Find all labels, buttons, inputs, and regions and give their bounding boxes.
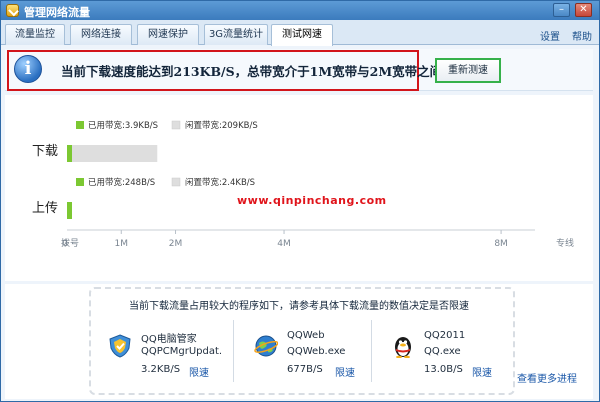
upload-idle-legend-label: 闲置带宽:2.4KB/S (185, 177, 255, 188)
penguin-icon (395, 337, 411, 358)
program-speed: 13.0B/S (424, 364, 463, 375)
window-title: 管理网络流量 (24, 6, 90, 19)
result-banner: i 当前下载速度能达到213KB/S，总带宽介于1M宽带与2M宽带之间 重新测速 (5, 49, 593, 91)
close-button[interactable]: ✕ (575, 3, 592, 17)
retest-button[interactable]: 重新测速 (435, 58, 501, 83)
program-process: QQPCMgrUpdat... (141, 346, 221, 357)
tab-traffic-monitor[interactable]: 流量监控 (5, 24, 65, 45)
download-row-label: 下载 (32, 144, 58, 159)
main-window: 管理网络流量 – ✕ 流量监控 网络连接 网速保护 3G流量统计 测试网速 设置… (0, 0, 600, 402)
download-idle-legend-label: 闲置带宽:209KB/S (185, 120, 258, 131)
x-tick-label: 2M (169, 239, 183, 249)
download-used-bar (67, 145, 72, 162)
program-name: QQ2011 (424, 330, 466, 341)
speed-result-message: 当前下载速度能达到213KB/S，总带宽介于1M宽带与2M宽带之间 (61, 64, 443, 79)
tab-bar: 流量监控 网络连接 网速保护 3G流量统计 测试网速 设置 帮助 (1, 20, 599, 46)
programs-hint: 当前下载流量占用较大的程序如下，请参考具体下载流量的数值决定是否限速 (129, 301, 469, 312)
limit-speed-link[interactable]: 限速 (335, 364, 355, 379)
upload-used-legend-swatch (76, 178, 84, 186)
program-process: QQ.exe (424, 346, 461, 357)
app-logo-icon (6, 4, 19, 17)
info-icon: i (14, 55, 42, 83)
program-speed: 3.2KB/S (141, 364, 181, 375)
upload-idle-legend-swatch (171, 177, 181, 187)
upload-used-legend-label: 已用带宽:248B/S (88, 177, 155, 188)
title-bar[interactable]: 管理网络流量 – ✕ (1, 1, 599, 20)
limit-speed-link[interactable]: 限速 (189, 364, 209, 379)
program-name: QQ电脑管家 (141, 334, 197, 345)
program-process: QQWeb.exe (287, 346, 346, 357)
tab-speed-protection[interactable]: 网速保护 (137, 24, 199, 45)
x-tick-label: 专线 (556, 237, 574, 249)
minimize-button[interactable]: – (553, 3, 570, 17)
program-item-qqweb: QQWeb QQWeb.exe 677B/S 限速 (254, 324, 384, 384)
globe-icon (254, 335, 278, 357)
top-programs-panel: 当前下载流量占用较大的程序如下，请参考具体下载流量的数值决定是否限速 QQ电脑管… (5, 284, 593, 399)
tab-network-connections[interactable]: 网络连接 (70, 24, 132, 45)
upload-used-bar (67, 202, 72, 219)
tab-3g-stats[interactable]: 3G流量统计 (204, 24, 268, 45)
upload-row-label: 上传 (32, 201, 58, 216)
see-more-processes-link[interactable]: 查看更多进程 (517, 370, 577, 385)
tab-speed-test[interactable]: 测试网速 (271, 24, 333, 46)
x-tick-label: 1M (115, 239, 129, 249)
download-idle-bar (67, 145, 158, 162)
program-item-qq2011: QQ2011 QQ.exe 13.0B/S 限速 (391, 324, 521, 384)
help-link[interactable]: 帮助 (572, 28, 592, 43)
x-tick-label: 4M (277, 239, 291, 249)
program-name: QQWeb (287, 330, 325, 341)
bandwidth-chart-svg: 0拨号 1M 2M 4M 8M 专线下载已用带宽:3.9KB/S 闲置带宽:209KB/S上… (32, 120, 574, 249)
x-tick-label: 8M (494, 239, 508, 249)
bandwidth-chart: 0 拨号 1M 2M 4M 8M 专线 下载 已用带宽:3.9KB/S 闲置带宽:209KB/S 上… (5, 95, 593, 281)
x-tick-label: 拨号 (61, 237, 79, 249)
program-speed: 677B/S (287, 364, 323, 375)
download-idle-legend-swatch (171, 120, 181, 130)
watermark: www.qinpinchang.com (237, 194, 387, 207)
program-item-qq-pc-manager: QQ电脑管家 QQPCMgrUpdat... 3.2KB/S 限速 (108, 324, 238, 384)
limit-speed-link[interactable]: 限速 (472, 364, 492, 379)
shield-icon (109, 334, 131, 358)
settings-link[interactable]: 设置 (540, 28, 560, 43)
download-used-legend-label: 已用带宽:3.9KB/S (88, 120, 158, 131)
download-used-legend-swatch (76, 121, 84, 129)
